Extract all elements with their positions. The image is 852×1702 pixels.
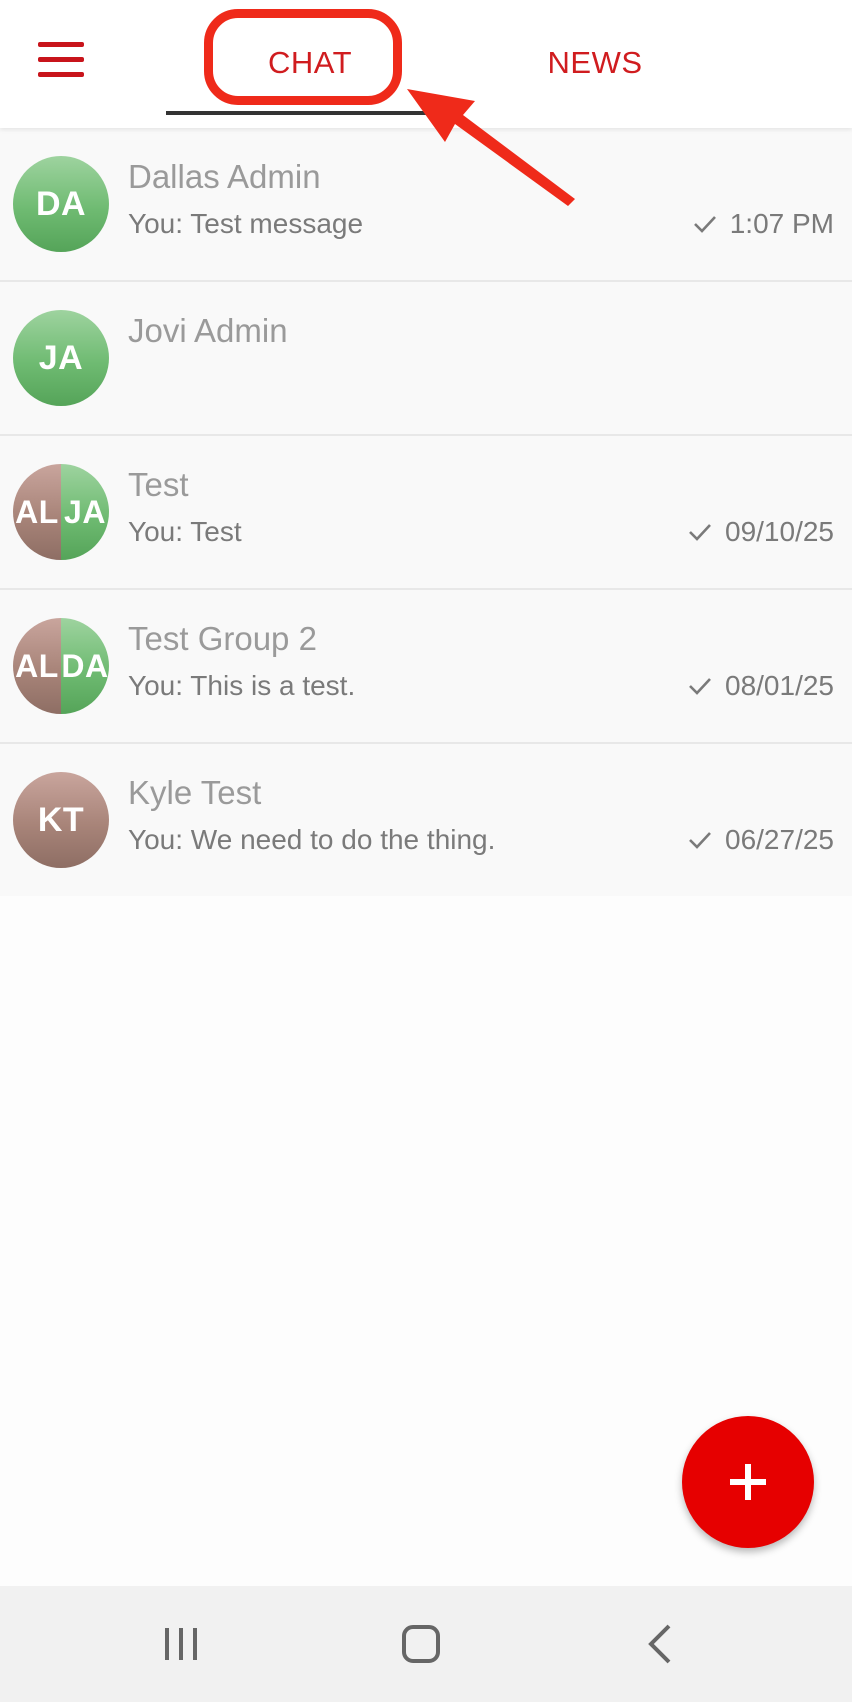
top-app-bar: CHAT NEWS — [0, 0, 852, 128]
home-icon[interactable] — [391, 1614, 451, 1674]
system-navigation-bar — [0, 1586, 852, 1702]
avatar-initials-left: AL — [13, 464, 61, 560]
chat-name: Test — [128, 466, 189, 503]
avatar-initials: JA — [38, 338, 84, 377]
chat-list-item[interactable]: JA Jovi Admin — [0, 282, 852, 436]
avatar-initials-right: DA — [61, 618, 109, 714]
chat-meta: 09/10/25 — [687, 516, 834, 548]
chat-preview: You: This is a test. — [128, 670, 356, 701]
back-icon[interactable] — [631, 1614, 691, 1674]
chat-meta: 1:07 PM — [692, 208, 834, 240]
chat-list-item[interactable]: KT Kyle Test You: We need to do the thin… — [0, 744, 852, 896]
avatar: JA — [13, 310, 109, 406]
chat-meta: 08/01/25 — [687, 670, 834, 702]
chat-list-item[interactable]: AL JA Test You: Test 09/10/25 — [0, 436, 852, 590]
chat-name: Dallas Admin — [128, 158, 321, 195]
plus-icon — [730, 1464, 766, 1500]
group-avatar: AL JA — [13, 464, 109, 560]
check-icon — [687, 830, 713, 850]
chat-timestamp: 1:07 PM — [729, 208, 834, 239]
chat-list-item[interactable]: DA Dallas Admin You: Test message 1:07 P… — [0, 128, 852, 282]
tab-chat[interactable]: CHAT — [215, 28, 405, 98]
tab-news[interactable]: NEWS — [500, 28, 690, 98]
chat-preview: You: We need to do the thing. — [128, 824, 496, 855]
avatar-initials: KT — [37, 800, 85, 839]
avatar: KT — [13, 772, 109, 868]
chat-preview: You: Test — [128, 516, 242, 547]
chat-timestamp: 06/27/25 — [725, 824, 834, 855]
chat-timestamp: 08/01/25 — [725, 670, 834, 701]
recent-apps-icon[interactable] — [151, 1614, 211, 1674]
avatar-initials-left: AL — [13, 618, 61, 714]
check-icon — [687, 522, 713, 542]
chat-preview: You: Test message — [128, 208, 364, 239]
avatar-initials-right: JA — [61, 464, 109, 560]
check-icon — [692, 214, 718, 234]
chat-name: Kyle Test — [128, 774, 262, 811]
avatar: DA — [13, 156, 109, 252]
chat-list-item[interactable]: AL DA Test Group 2 You: This is a test. … — [0, 590, 852, 744]
chat-timestamp: 09/10/25 — [725, 516, 834, 547]
avatar-initials: DA — [35, 184, 87, 223]
chat-screen: CHAT NEWS DA Dallas Admin You: Test mess… — [0, 0, 852, 1702]
hamburger-menu-icon[interactable] — [30, 36, 94, 86]
new-chat-button[interactable] — [682, 1416, 814, 1548]
chat-meta: 06/27/25 — [687, 824, 834, 856]
tab-selected-indicator — [166, 111, 428, 115]
chat-list: DA Dallas Admin You: Test message 1:07 P… — [0, 128, 852, 896]
group-avatar: AL DA — [13, 618, 109, 714]
chat-name: Jovi Admin — [128, 312, 288, 349]
chat-name: Test Group 2 — [128, 620, 317, 657]
check-icon — [687, 676, 713, 696]
